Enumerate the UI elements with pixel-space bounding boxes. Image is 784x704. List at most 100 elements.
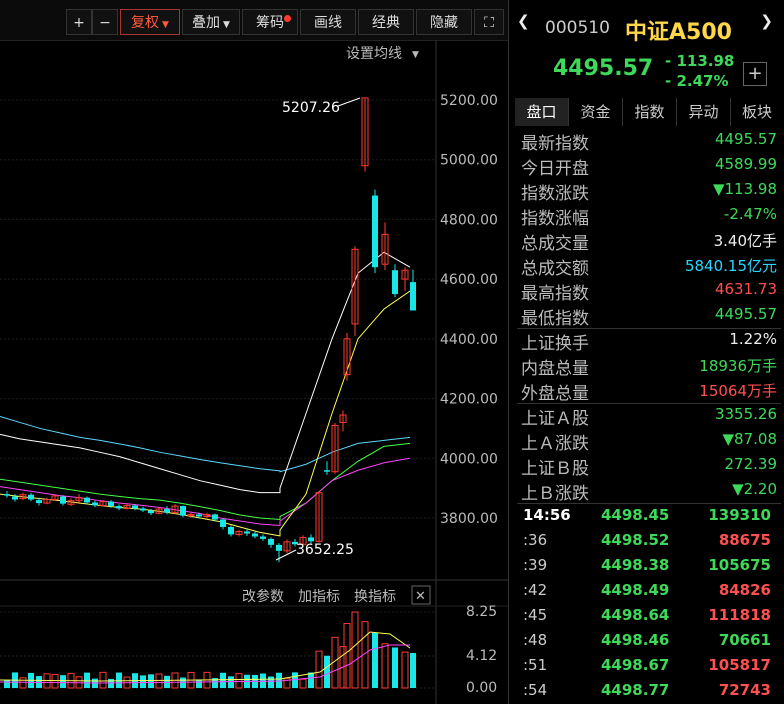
- trade-price: 4498.49: [601, 581, 670, 599]
- candle-body: [164, 509, 170, 513]
- candle-body: [228, 526, 234, 535]
- stat-value: ▼87.08: [722, 430, 777, 448]
- trade-volume: 70661: [718, 631, 771, 649]
- candle-body: [252, 533, 258, 537]
- volume-bar: [4, 679, 10, 688]
- huaxian-button[interactable]: 画线: [300, 9, 356, 35]
- chouma-button[interactable]: 筹码: [242, 9, 298, 35]
- price-tick-label: 4200.00: [440, 392, 498, 408]
- trade-price: 4498.64: [601, 606, 670, 624]
- volume-bar: [410, 652, 416, 688]
- volume-bar: [228, 676, 234, 688]
- tab-pankou[interactable]: 盘口: [515, 98, 569, 126]
- back-arrow-icon[interactable]: ❮: [517, 12, 530, 30]
- yincang-button[interactable]: 隐藏: [416, 9, 472, 35]
- candle-body: [324, 470, 330, 472]
- trade-time: :39: [523, 556, 548, 574]
- index-name: 中证A500: [625, 20, 732, 45]
- chouma-label: 筹码: [256, 15, 284, 31]
- candle-body: [84, 497, 90, 503]
- chevron-down-icon: ▼: [223, 20, 230, 30]
- volume-bar: [196, 679, 202, 688]
- volume-bar: [235, 673, 243, 689]
- indicator-button-2[interactable]: 换指标: [354, 588, 396, 605]
- tab-bankuai[interactable]: 板块: [731, 98, 783, 126]
- index-code: 000510: [545, 18, 610, 38]
- stat-label: 最低指数: [521, 309, 589, 329]
- volume-tick-label: 4.12: [466, 648, 497, 664]
- stat-value: 5840.15亿元: [684, 257, 777, 275]
- diejia-label: 叠加: [192, 15, 221, 31]
- trade-row: 14:56 4498.45 139310: [509, 503, 784, 528]
- stat-label: 上证Ａ股: [521, 409, 589, 429]
- tab-zhishu[interactable]: 指数: [623, 98, 677, 126]
- volume-bar: [351, 611, 359, 689]
- stat-value: 272.39: [724, 455, 778, 473]
- price-tick-label: 4000.00: [440, 451, 498, 467]
- stat-row: 今日开盘 4589.99: [509, 152, 784, 179]
- volume-bar: [19, 677, 27, 689]
- candle-body: [372, 195, 378, 268]
- candle-body: [92, 502, 98, 506]
- stat-row: 上证换手 1.22%: [509, 327, 784, 354]
- stat-row: 上Ｂ涨跌 ▼2.20: [509, 477, 784, 504]
- stat-value: ▼2.20: [732, 480, 777, 498]
- trade-price: 4498.46: [601, 631, 670, 649]
- stat-label: 最高指数: [521, 284, 589, 304]
- trade-price: 4498.67: [601, 656, 670, 674]
- diejia-dropdown[interactable]: 叠加 ▼: [182, 9, 240, 35]
- high-price-marker: 5207.26: [282, 100, 340, 116]
- jingdian-button[interactable]: 经典: [358, 9, 414, 35]
- candle-body: [410, 282, 416, 311]
- tab-zijin[interactable]: 资金: [569, 98, 623, 126]
- volume-bar: [116, 672, 122, 688]
- stat-row: 最低指数 4495.57: [509, 302, 784, 329]
- stat-row: 上Ａ涨跌 ▼87.08: [509, 427, 784, 454]
- price-tick-label: 5000.00: [440, 153, 498, 169]
- candle-body: [60, 496, 66, 504]
- kline-chart[interactable]: 5200.00 5000.00 4800.00 4600.00 4400.00 4200.…: [0, 40, 508, 704]
- volume-panel: 8.25 4.12 0.00: [0, 604, 497, 696]
- stat-value: 18936万手: [699, 357, 777, 375]
- ma-settings-button[interactable]: 设置均线: [346, 46, 402, 62]
- volume-bar: [308, 672, 314, 688]
- candle-body: [140, 508, 146, 511]
- volume-bar: [84, 672, 90, 688]
- candle-body: [308, 537, 314, 542]
- volume-bar: [155, 673, 163, 689]
- trade-row: :42 4498.49 84826: [509, 578, 784, 603]
- candle-body: [148, 510, 154, 514]
- add-watchlist-icon[interactable]: +: [743, 62, 767, 86]
- stat-value: 3.40亿手: [713, 232, 777, 250]
- price-tick-label: 3800.00: [440, 511, 498, 527]
- candle-body: [212, 514, 218, 520]
- chevron-down-icon: ▼: [412, 50, 419, 60]
- volume-bar: [299, 678, 307, 689]
- volume-bar: [51, 674, 59, 689]
- trade-price: 4498.77: [601, 681, 670, 699]
- forward-arrow-icon[interactable]: ❯: [760, 12, 773, 30]
- trade-volume: 139310: [708, 506, 771, 524]
- close-icon: ✕: [415, 589, 426, 604]
- candle-body: [108, 501, 114, 507]
- stat-row: 外盘总量 15064万手: [509, 377, 784, 404]
- indicator-button-0[interactable]: 改参数: [242, 588, 284, 605]
- zoom-out-button[interactable]: −: [92, 9, 118, 35]
- low-price-marker: 3652.25: [296, 542, 354, 558]
- fullscreen-icon[interactable]: ⛶: [474, 9, 504, 35]
- volume-tick-label: 8.25: [466, 604, 497, 620]
- stat-row: 指数涨幅 -2.47%: [509, 202, 784, 229]
- volume-bar: [268, 676, 274, 688]
- candle-body: [132, 505, 138, 509]
- stat-label: 上证换手: [521, 334, 589, 354]
- fuquan-dropdown[interactable]: 复权 ▼: [120, 9, 180, 35]
- zoom-in-button[interactable]: +: [66, 9, 92, 35]
- stat-value: 3355.26: [714, 405, 777, 423]
- tab-yidong[interactable]: 异动: [677, 98, 731, 126]
- indicator-toolbar: 改参数 加指标 换指标 ✕: [242, 585, 431, 605]
- high-marker-line: [337, 97, 361, 107]
- indicator-button-1[interactable]: 加指标: [298, 589, 340, 605]
- stat-value: 4631.73: [714, 280, 777, 298]
- volume-bar: [108, 678, 114, 688]
- candle-body: [180, 506, 186, 516]
